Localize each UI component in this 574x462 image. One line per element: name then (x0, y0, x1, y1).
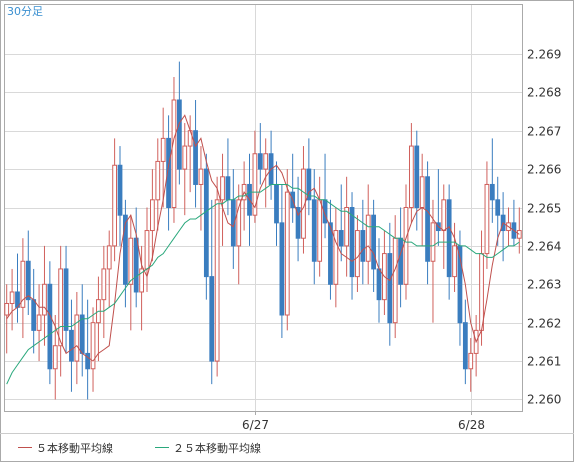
y-tick-label: 2.260 (527, 393, 561, 407)
candle-body-down (63, 268, 69, 331)
candle-body-down (279, 222, 285, 316)
candle-body-up (36, 314, 42, 331)
candle-body-down (209, 276, 215, 362)
candle-body-up (128, 237, 134, 285)
candle-body-down (376, 268, 382, 301)
candle-body-up (155, 160, 161, 201)
candle-body-down (462, 322, 468, 370)
y-tick-label: 2.264 (527, 240, 561, 254)
candle-body-up (90, 322, 96, 370)
candle-body-down (425, 176, 430, 262)
candle-body-down (338, 230, 344, 247)
candle-body-up (106, 245, 112, 270)
candle-body-up (52, 345, 58, 370)
candle-body-down (69, 329, 74, 362)
legend-label: ２５本移動平均線 (173, 441, 261, 455)
candle-body-up (263, 153, 269, 170)
candle-body-up (403, 207, 409, 285)
candle-body-up (484, 183, 490, 255)
chart-container: 2.260 2.261 2.262 2.263 2.264 2.265 2.266 2.267… (0, 0, 574, 462)
candle-body-down (176, 99, 182, 170)
candle-body-down (349, 207, 355, 278)
candle (284, 169, 290, 331)
candle-body-down (193, 130, 198, 185)
candle-body-up (171, 99, 177, 208)
y-tick-label: 2.261 (527, 355, 561, 369)
candle-body-up (220, 176, 225, 201)
y-tick-label: 2.263 (527, 278, 561, 292)
candle-body-down (371, 214, 377, 270)
candle-body-up (144, 230, 150, 270)
x-tick-label: 6/28 (458, 418, 485, 432)
candle-body-up (441, 199, 447, 232)
candle-body-down (79, 314, 85, 354)
candle-body-up (149, 199, 155, 232)
x-tick-label: 6/27 (242, 418, 269, 432)
candle-body-up (214, 199, 220, 362)
candle-body-up (160, 137, 166, 162)
candle-body-up (42, 283, 47, 316)
candle-body-up (9, 291, 15, 304)
candle-body-down (203, 168, 209, 278)
y-tick-label: 2.267 (527, 125, 561, 139)
y-tick-label: 2.265 (527, 202, 561, 216)
candle-body-up (4, 302, 10, 316)
candle-body-up (479, 253, 484, 331)
candle-body-up (419, 176, 425, 209)
candle-body-down (133, 237, 139, 293)
candle-body-down (225, 176, 231, 201)
y-tick-label: 2.262 (527, 317, 561, 331)
candle-body-up (392, 237, 398, 324)
legend-label: ５本移動平均線 (36, 441, 113, 455)
candle-body-down (25, 260, 31, 301)
candle-body-down (446, 199, 452, 278)
candle-body-down (387, 253, 393, 324)
candle (214, 176, 220, 377)
candle-body-up (284, 191, 290, 316)
candle-body-down (311, 199, 317, 262)
candle-body-up (452, 245, 457, 278)
candle-body-down (257, 153, 263, 170)
candle-body-up (365, 214, 371, 262)
candle-body-up (430, 222, 436, 262)
candle-body-down (274, 183, 279, 224)
candle-body-down (31, 299, 37, 331)
candle-body-up (101, 268, 107, 301)
candle-body-up (408, 145, 414, 209)
candle-body-down (414, 145, 420, 209)
candle-body-up (344, 207, 350, 247)
candle-body-down (495, 199, 501, 216)
candle-body-up (468, 352, 474, 370)
candle-body-up (355, 230, 360, 278)
candle-body-down (47, 283, 53, 370)
candle-body-down (360, 230, 366, 262)
y-tick-label: 2.268 (527, 86, 561, 100)
y-tick-label: 2.269 (527, 48, 561, 62)
period-label: 30分足 (7, 5, 43, 18)
candle-body-down (117, 164, 123, 216)
candle-body-up (198, 168, 204, 185)
candle-body-up (182, 145, 188, 170)
candle-body-up (112, 164, 118, 247)
candle-body-up (317, 199, 323, 262)
candle-body-down (398, 237, 403, 285)
candle-body-down (489, 183, 495, 201)
y-tick-label: 2.266 (527, 163, 561, 177)
candlestick-chart: 2.260 2.261 2.262 2.263 2.264 2.265 2.266 2.267… (0, 0, 574, 462)
candle-body-up (58, 268, 64, 347)
